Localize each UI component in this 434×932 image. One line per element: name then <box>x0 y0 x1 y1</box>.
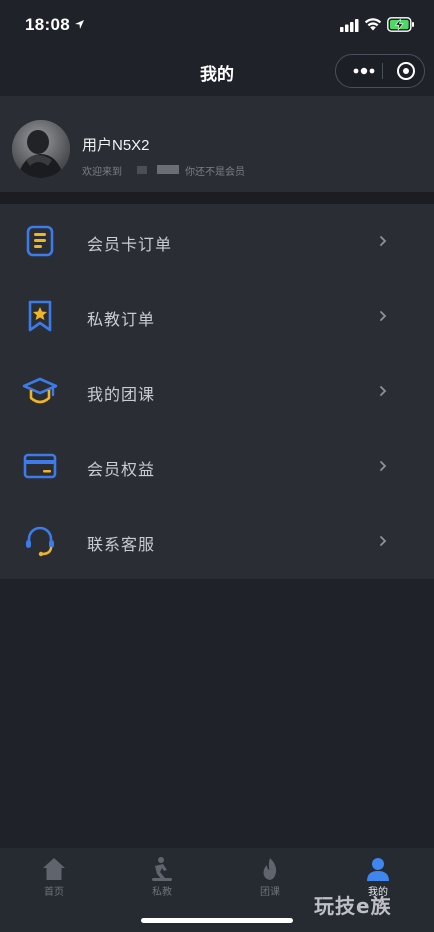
redacted-block <box>157 165 179 174</box>
profile-icon <box>367 858 389 881</box>
profile-card[interactable]: 用户N5X2 欢迎来到 你还不是会员 <box>0 96 434 192</box>
member-card-order-icon <box>26 225 54 257</box>
menu-label: 联系客服 <box>87 537 156 554</box>
tab-private-coach[interactable]: 私教 <box>108 848 216 902</box>
menu-item-contact-support[interactable]: 联系客服 <box>0 504 434 579</box>
close-mini-program-icon[interactable] <box>391 55 421 87</box>
welcome-text: 欢迎来到 <box>82 167 122 178</box>
private-coach-icon <box>152 857 172 881</box>
chevron-right-icon <box>380 236 387 246</box>
customer-service-icon <box>26 526 54 557</box>
watermark-text: 玩技e族 <box>314 894 392 918</box>
tab-group-class[interactable]: 团课 <box>216 848 324 902</box>
avatar-photo <box>12 120 70 178</box>
menu-label: 会员权益 <box>87 462 156 479</box>
menu-item-my-group-classes[interactable]: 我的团课 <box>0 354 434 429</box>
capsule-divider <box>382 63 383 79</box>
home-icon <box>43 858 65 880</box>
cellular-signal-icon <box>340 19 359 32</box>
menu-item-member-card-orders[interactable]: 会员卡订单 <box>0 204 434 279</box>
menu-item-member-benefits[interactable]: 会员权益 <box>0 429 434 504</box>
menu-item-private-coach-orders[interactable]: 私教订单 <box>0 279 434 354</box>
private-coach-order-icon <box>28 300 52 332</box>
menu-label: 我的团课 <box>87 387 156 404</box>
my-page-screen: 18:08 我的 用户N5X2 欢迎来到 你还不是会员 会员卡订单 私教订单 我… <box>0 0 434 932</box>
status-time: 18:08 <box>25 15 70 34</box>
tab-label: 首页 <box>44 887 64 898</box>
menu-label: 私教订单 <box>87 312 156 329</box>
location-arrow-icon <box>75 20 84 29</box>
member-benefits-icon <box>23 453 57 479</box>
status-bar: 18:08 <box>0 0 434 48</box>
tab-label: 团课 <box>260 887 280 898</box>
wifi-icon <box>364 18 382 31</box>
avatar[interactable] <box>12 120 70 178</box>
battery-charging-icon <box>387 17 414 32</box>
chevron-right-icon <box>380 386 387 396</box>
tab-label: 私教 <box>152 887 172 898</box>
section-gap <box>0 192 434 204</box>
navigation-bar: 我的 <box>0 48 434 96</box>
membership-status-text: 你还不是会员 <box>185 167 245 178</box>
group-class-flame-icon <box>263 858 277 880</box>
home-indicator[interactable] <box>141 918 293 923</box>
mini-program-capsule <box>335 54 425 88</box>
chevron-right-icon <box>380 461 387 471</box>
more-options-icon[interactable] <box>346 55 382 87</box>
chevron-right-icon <box>380 536 387 546</box>
chevron-right-icon <box>380 311 387 321</box>
menu-label: 会员卡订单 <box>87 237 173 254</box>
tab-home[interactable]: 首页 <box>0 848 108 902</box>
redacted-block <box>137 166 147 174</box>
group-class-icon <box>22 377 58 404</box>
username: 用户N5X2 <box>82 137 150 154</box>
menu-list: 会员卡订单 私教订单 我的团课 会员权益 联系客服 <box>0 204 434 579</box>
